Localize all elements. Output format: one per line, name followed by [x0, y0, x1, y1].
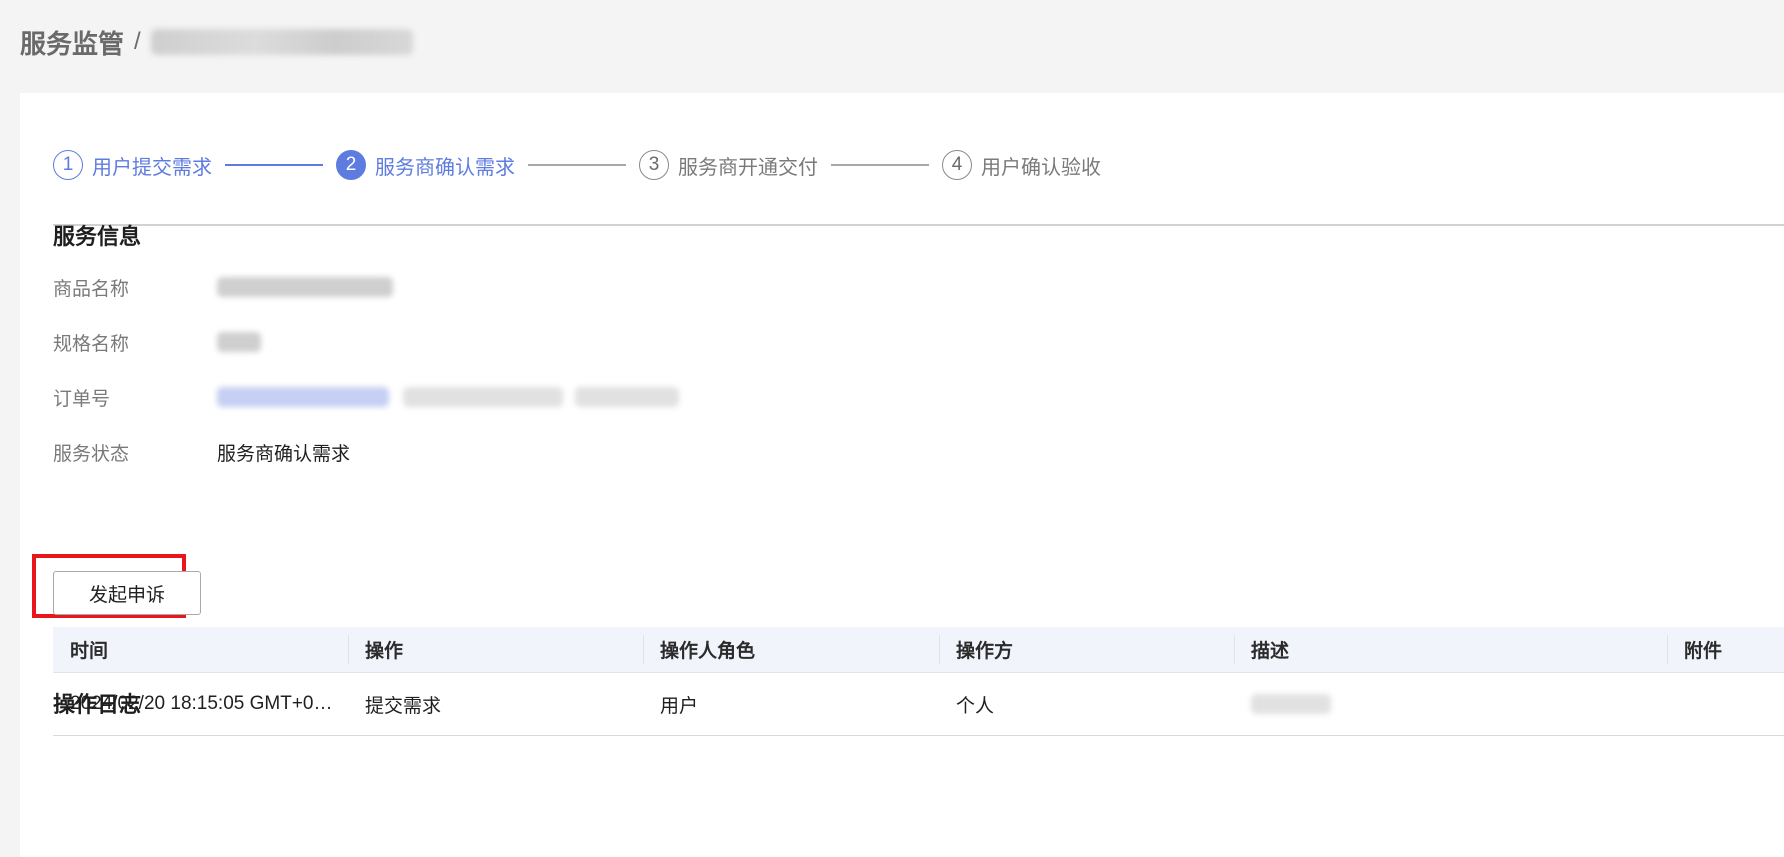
column-header-attachment: 附件	[1667, 627, 1784, 672]
step-connector-2	[528, 164, 626, 166]
spec-name-value-redacted	[217, 332, 261, 352]
product-name-value-redacted	[217, 277, 393, 297]
cell-role: 用户	[660, 695, 699, 717]
table-row: 2024/02/20 18:15:05 GMT+08:00 提交需求 用户 个人	[53, 673, 1784, 736]
column-header-role: 操作人角色	[643, 627, 939, 672]
file-appeal-button[interactable]: 发起申诉	[53, 571, 201, 615]
order-number-row: 订单号	[53, 382, 679, 412]
product-name-row: 商品名称	[53, 272, 393, 302]
cell-party: 个人	[956, 695, 995, 717]
step-3-label: 服务商开通交付	[678, 156, 818, 179]
cell-time: 2024/02/20 18:15:05 GMT+08:00	[53, 673, 348, 735]
service-detail-panel: 1 用户提交需求 2 服务商确认需求 3 服务商开通交付 4 用户确认验收 服务…	[20, 93, 1784, 857]
order-extra-redacted-2	[575, 387, 679, 407]
step-2-number: 2	[336, 150, 366, 180]
breadcrumb-root[interactable]: 服务监管	[20, 24, 124, 61]
service-status-row: 服务状态 服务商确认需求	[53, 437, 350, 467]
step-4-number: 4	[942, 150, 972, 180]
step-3: 3 服务商开通交付	[639, 150, 818, 180]
order-number-label: 订单号	[53, 388, 111, 410]
product-name-label: 商品名称	[53, 278, 130, 300]
time-value: 2024/02/20 18:15:05 GMT+08:00	[70, 693, 338, 714]
service-info-title: 服务信息	[53, 224, 142, 249]
column-header-time: 时间	[70, 641, 109, 662]
step-1-label: 用户提交需求	[92, 156, 212, 179]
step-4-label: 用户确认验收	[981, 156, 1101, 179]
column-header-party: 操作方	[939, 627, 1234, 672]
service-status-value: 服务商确认需求	[217, 443, 351, 465]
step-1-number: 1	[53, 150, 83, 180]
order-extra-redacted-1	[403, 387, 563, 407]
column-header-operation: 操作	[348, 627, 643, 672]
steps-divider	[53, 224, 1784, 226]
progress-steps: 1 用户提交需求 2 服务商确认需求 3 服务商开通交付 4 用户确认验收	[53, 145, 1101, 185]
step-connector-1	[225, 164, 323, 166]
spec-name-label: 规格名称	[53, 333, 130, 355]
step-3-number: 3	[639, 150, 669, 180]
step-2: 2 服务商确认需求	[336, 150, 515, 180]
step-2-label: 服务商确认需求	[375, 156, 515, 179]
breadcrumb: 服务监管 /	[20, 20, 413, 64]
spec-name-row: 规格名称	[53, 327, 261, 357]
breadcrumb-current-redacted	[150, 29, 413, 55]
step-4: 4 用户确认验收	[942, 150, 1101, 180]
cell-description	[1234, 673, 1667, 735]
table-header: 时间 操作 操作人角色 操作方 描述 附件	[53, 627, 1784, 673]
operation-log-table: 时间 操作 操作人角色 操作方 描述 附件 2024/02/20 18:15:0…	[53, 627, 1784, 736]
breadcrumb-separator: /	[134, 28, 141, 55]
order-number-link-redacted[interactable]	[217, 387, 389, 407]
step-1: 1 用户提交需求	[53, 150, 212, 180]
service-status-label: 服务状态	[53, 443, 130, 465]
cell-attachment	[1667, 673, 1784, 735]
cell-operation: 提交需求	[365, 695, 442, 717]
description-value-redacted	[1251, 694, 1331, 714]
column-header-description: 描述	[1234, 627, 1667, 672]
step-connector-3	[831, 164, 929, 166]
